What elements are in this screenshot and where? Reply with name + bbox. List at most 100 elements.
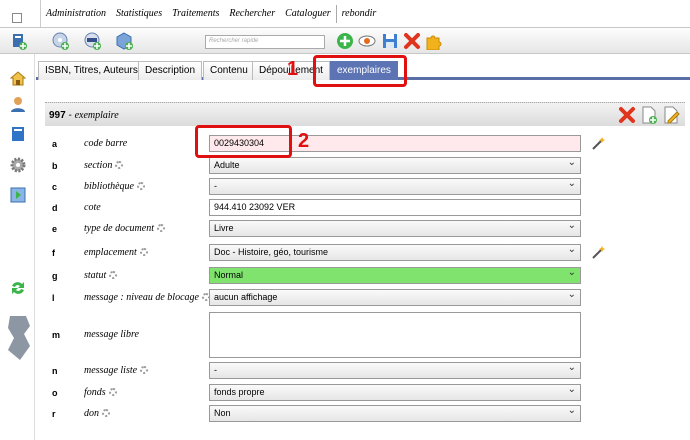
section-select[interactable]: Adulte [209,157,581,174]
annotation-box-tab [313,55,407,87]
add-dvd-icon[interactable] [84,32,102,50]
exemplaire-panel-header: 997 - exemplaire [45,102,685,126]
user-icon[interactable] [10,96,26,112]
field-code: d [52,203,58,213]
field-label: statut [84,270,118,281]
menu-rebondir[interactable]: rebondir [337,8,382,19]
field-label: emplacement [84,247,148,258]
field-row-bibliotheque: c bibliothèque - [46,176,686,198]
field-label: message liste [84,365,149,376]
window-checkbox[interactable] [12,13,22,23]
save-icon[interactable] [381,32,399,50]
don-select[interactable]: Non [209,405,581,422]
field-row-section: b section Adulte [46,155,686,177]
field-label: bibliothèque [84,181,145,192]
view-eye-icon[interactable] [358,32,376,50]
field-code: l [52,293,55,303]
menu-statistiques[interactable]: Statistiques [111,8,167,19]
field-label: fonds [84,387,117,398]
tab-contenu[interactable]: Contenu [203,61,255,80]
field-label: cote [84,202,101,213]
field-row-message-blocage: l message : niveau de blocage aucun affi… [46,287,686,309]
new-document-icon[interactable] [10,32,28,50]
cote-input[interactable]: 944.410 23092 VER [209,199,581,216]
gear-icon[interactable] [156,224,165,232]
gear-icon[interactable] [137,182,145,190]
add-package-icon[interactable] [116,32,134,50]
fonds-select[interactable]: fonds propre [209,384,581,401]
book-icon[interactable] [10,126,26,142]
field-label-text: message liste [84,365,138,376]
add-icon[interactable] [336,32,354,50]
field-code: e [52,224,58,234]
panel-actions [615,105,685,125]
field-row-fonds: o fonds fonds propre [46,382,686,404]
quick-search-input[interactable]: Rechercher rapide [205,35,325,49]
field-code: g [52,271,58,281]
magic-wand-icon[interactable] [591,136,605,150]
refresh-icon[interactable] [10,280,26,296]
field-code: r [52,409,56,419]
type-document-select[interactable]: Livre [209,220,581,237]
annotation-number-1: 1 [287,58,299,80]
main-menu: Administration Statistiques Traitements … [40,0,381,27]
field-label: message libre [84,329,139,340]
tab-description[interactable]: Description [138,61,203,80]
field-label-text: message : niveau de blocage [84,292,199,303]
field-row-message-libre: m message libre [46,310,686,360]
message-liste-select[interactable]: - [209,362,581,379]
add-disc-icon[interactable] [52,32,70,50]
delete-exemplaire-icon[interactable] [618,106,636,124]
menu-traitements[interactable]: Traitements [167,8,224,19]
panel-title-dash: - [65,110,75,121]
message-blocage-select[interactable]: aucun affichage [209,289,581,306]
field-row-code-barre: a code barre 0029430304 [46,133,686,155]
gear-icon[interactable] [139,248,148,256]
field-row-statut: g statut Normal [46,265,686,287]
field-label-text: bibliothèque [84,181,134,192]
gear-icon[interactable] [109,271,118,279]
field-row-emplacement: f emplacement Doc - Histoire, géo, touri… [46,242,686,264]
message-libre-textarea[interactable] [209,312,581,358]
field-label-text: don [84,408,99,419]
field-label-text: emplacement [84,247,137,258]
emplacement-select[interactable]: Doc - Histoire, géo, tourisme [209,244,581,261]
delete-icon[interactable] [403,32,421,50]
left-sidebar [0,54,35,440]
panel-field-code: 997 [49,110,66,121]
statut-select[interactable]: Normal [209,267,581,284]
field-label-text: type de document [84,223,154,234]
menu-rechercher[interactable]: Rechercher [224,8,280,19]
duplicate-icon[interactable] [640,106,658,124]
gear-icon[interactable] [140,366,149,374]
tab-isbn-titres-auteurs[interactable]: ISBN, Titres, Auteurs [38,61,145,80]
gear-icon[interactable] [102,409,110,417]
puzzle-icon[interactable] [425,32,443,50]
field-row-message-liste: n message liste - [46,360,686,382]
menu-cataloguer[interactable]: Cataloguer [280,8,336,19]
panel-title: 997 - exemplaire [49,110,119,121]
annotation-number-2: 2 [298,130,310,152]
field-row-type-document: e type de document Livre [46,218,686,240]
field-code: n [52,366,58,376]
magic-wand-icon[interactable] [591,245,605,259]
field-label: don [84,408,110,419]
field-code: c [52,182,58,192]
annotation-box-code-barre [195,125,292,158]
bibliotheque-select[interactable]: - [209,178,581,195]
menu-administration[interactable]: Administration [41,8,111,19]
decorative-figure-icon [8,316,30,360]
settings-gear-icon[interactable] [10,157,26,173]
panel-title-text: exemplaire [74,110,119,121]
gear-icon[interactable] [115,161,124,169]
field-label: type de document [84,223,165,234]
export-icon[interactable] [10,187,26,203]
toolbar: Rechercher rapide [0,27,690,54]
field-row-don: r don Non [46,403,686,425]
edit-icon[interactable] [662,106,680,124]
gear-icon[interactable] [108,388,117,396]
home-icon[interactable] [10,70,26,86]
field-label: message : niveau de blocage [84,292,210,303]
top-menu-bar: Administration Statistiques Traitements … [0,0,690,27]
field-label-text: section [84,160,113,171]
